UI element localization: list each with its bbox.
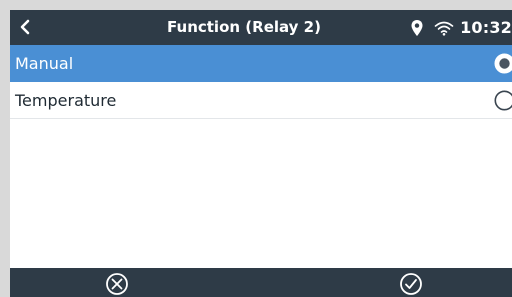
circle-x-icon[interactable] bbox=[105, 272, 129, 296]
footer-bar bbox=[10, 268, 512, 297]
option-label: Temperature bbox=[15, 90, 117, 110]
status-area: 10:32 bbox=[410, 10, 512, 45]
app-window: Function (Relay 2) 10:32 Manual Temperat… bbox=[10, 10, 512, 297]
location-pin-icon bbox=[411, 19, 423, 36]
option-temperature[interactable]: Temperature bbox=[10, 82, 512, 119]
function-options-list: Manual Temperature bbox=[10, 45, 512, 119]
radio-selected-icon[interactable] bbox=[494, 53, 512, 74]
clock-time: 10:32 bbox=[460, 18, 512, 37]
header-bar: Function (Relay 2) 10:32 bbox=[10, 10, 512, 45]
option-manual[interactable]: Manual bbox=[10, 45, 512, 82]
circle-check-icon[interactable] bbox=[399, 272, 423, 296]
chevron-left-icon bbox=[20, 19, 30, 35]
radio-unselected-icon[interactable] bbox=[494, 90, 512, 111]
back-button[interactable] bbox=[12, 14, 38, 40]
wifi-icon bbox=[434, 21, 454, 36]
option-label: Manual bbox=[15, 53, 74, 73]
